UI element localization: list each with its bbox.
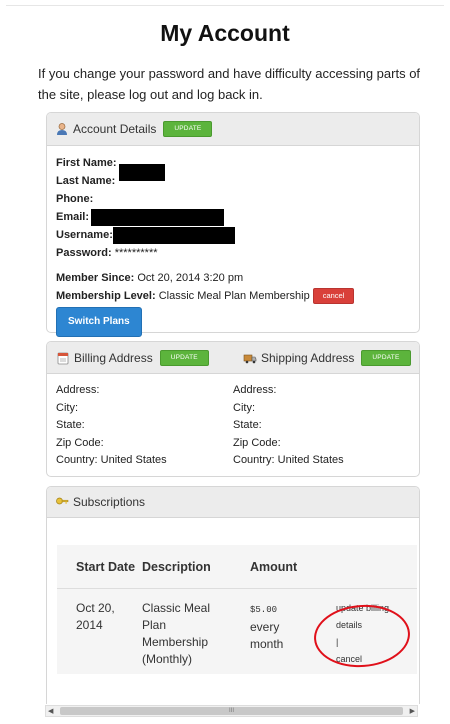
username-redaction: [112, 226, 235, 244]
billing-icon: [56, 351, 70, 365]
subscriptions-panel: Subscriptions Start Date Description Amo…: [46, 486, 420, 704]
address-body: Address: City: State: Zip Code: Country:…: [47, 374, 419, 478]
email-label: Email:: [56, 211, 90, 223]
username-label: Username:: [56, 229, 113, 241]
phone-label: Phone:: [56, 193, 94, 205]
top-divider: [6, 5, 444, 6]
key-icon: [55, 495, 69, 509]
first-name-redaction: [118, 163, 165, 181]
account-details-header: Account Details UPDATE: [47, 113, 419, 146]
scroll-left-icon[interactable]: ◀: [48, 707, 53, 715]
membership-level-value: Classic Meal Plan Membership: [158, 290, 310, 302]
account-details-body: First Name: Last Name: Phone: Email: Use…: [47, 146, 419, 345]
shipping-state: State:: [233, 419, 262, 431]
amount-value: $5.00: [250, 605, 278, 615]
billing-country: Country: United States: [56, 454, 167, 466]
col-start-date: Start Date: [76, 560, 136, 574]
billing-address-details: Address: City: State: Zip Code: Country:…: [56, 382, 233, 470]
subscriptions-header: Subscriptions: [47, 487, 419, 518]
shipping-address-line: Address:: [233, 384, 277, 396]
switch-plans-button[interactable]: Switch Plans: [56, 307, 142, 337]
billing-zip: Zip Code:: [56, 436, 104, 449]
col-actions: [336, 560, 416, 574]
scroll-right-icon[interactable]: ▶: [410, 707, 415, 715]
subscriptions-table: Start Date Description Amount Oct 20, 20…: [57, 545, 417, 674]
table-header-row: Start Date Description Amount: [57, 545, 417, 589]
billing-address-line: Address:: [56, 384, 100, 396]
row-start-date: Oct 20, 2014: [76, 601, 115, 632]
horizontal-scrollbar[interactable]: ◀ III ▶: [45, 705, 418, 717]
subscriptions-body: Start Date Description Amount Oct 20, 20…: [47, 518, 419, 674]
shipping-address-title: Shipping Address: [261, 350, 355, 365]
last-name-label: Last Name:: [56, 175, 116, 187]
shipping-address-details: Address: City: State: Zip Code: Country:…: [233, 382, 410, 470]
membership-level-label: Membership Level:: [56, 290, 156, 302]
shipping-zip: Zip Code:: [233, 436, 281, 449]
amount-period: every month: [250, 620, 284, 651]
billing-update-button[interactable]: UPDATE: [159, 349, 209, 366]
subscriptions-title: Subscriptions: [73, 495, 146, 509]
page-title: My Account: [160, 20, 290, 46]
member-since-value: Oct 20, 2014 3:20 pm: [137, 272, 244, 284]
row-description: Classic Meal Plan Membership (Monthly): [142, 601, 211, 666]
password-label: Password:: [56, 247, 112, 259]
intro-text: If you change your password and have dif…: [38, 66, 421, 102]
scrollbar-grip: III: [228, 708, 234, 714]
account-update-button[interactable]: UPDATE: [163, 121, 213, 137]
address-header: Billing Address UPDATE Shipping Address …: [47, 342, 419, 374]
billing-address-title: Billing Address: [74, 350, 153, 365]
email-redaction: [91, 208, 225, 226]
user-icon: [55, 122, 69, 136]
col-amount: Amount: [250, 560, 298, 574]
cancel-membership-button[interactable]: cancel: [312, 288, 355, 304]
billing-state: State:: [56, 419, 85, 431]
shipping-update-button[interactable]: UPDATE: [361, 349, 411, 366]
col-description: Description: [142, 560, 211, 574]
billing-city: City:: [56, 401, 78, 414]
shipping-city: City:: [233, 401, 255, 414]
first-name-label: First Name:: [56, 157, 117, 169]
shipping-truck-icon: [243, 351, 257, 365]
scrollbar-thumb[interactable]: III: [60, 707, 403, 715]
password-value: **********: [114, 247, 158, 259]
account-details-panel: Account Details UPDATE First Name: Last …: [46, 112, 420, 337]
account-details-title: Account Details: [73, 122, 157, 136]
address-panel: Billing Address UPDATE Shipping Address …: [46, 341, 420, 477]
shipping-country: Country: United States: [233, 454, 344, 466]
member-since-label: Member Since:: [56, 272, 135, 284]
